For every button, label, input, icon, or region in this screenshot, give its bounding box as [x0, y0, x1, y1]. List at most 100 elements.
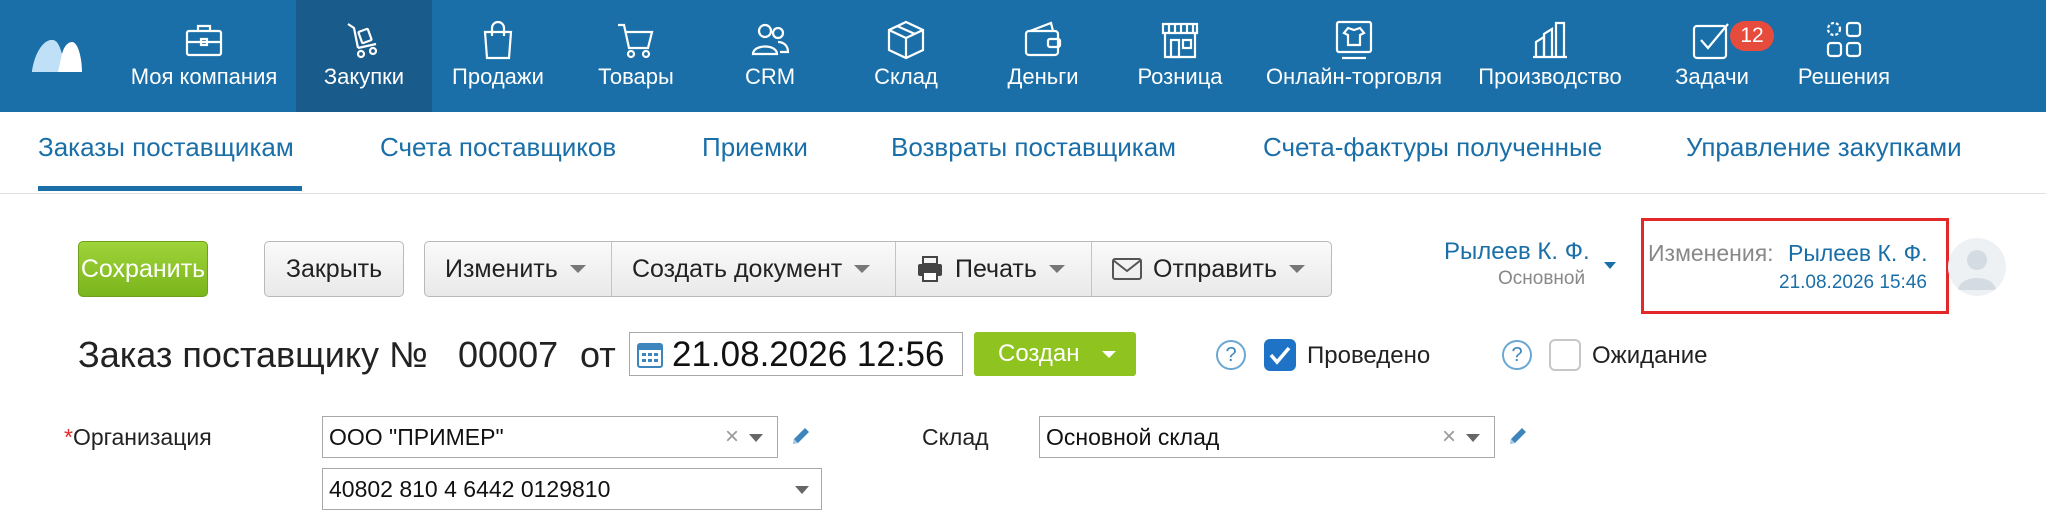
edit-label: Изменить — [445, 254, 558, 283]
nav-label: Производство — [1478, 64, 1622, 89]
chevron-down-icon[interactable] — [795, 486, 809, 494]
nav-item-production[interactable]: Производство — [1470, 0, 1630, 112]
store-icon — [1161, 22, 1199, 59]
document-number[interactable]: 00007 — [458, 334, 558, 376]
chevron-down-icon — [1102, 351, 1116, 358]
divider — [611, 242, 612, 296]
chevron-down-icon — [1288, 265, 1305, 273]
divider — [895, 242, 896, 296]
warehouse-label: Склад — [922, 424, 989, 450]
send-dropdown-button[interactable]: Отправить — [1111, 242, 1305, 296]
waiting-label: Ожидание — [1592, 342, 1708, 369]
chevron-down-icon — [854, 265, 871, 273]
nav-label: Склад — [874, 64, 938, 89]
nav-item-crm[interactable]: CRM — [720, 0, 820, 112]
cart-icon — [618, 23, 654, 59]
tab-supplier-returns[interactable]: Возвраты поставщикам — [891, 132, 1176, 163]
save-button[interactable]: Сохранить — [78, 241, 208, 297]
nav-item-products[interactable]: Товары — [578, 0, 694, 112]
required-mark: * — [64, 424, 73, 450]
nav-item-retail[interactable]: Розница — [1120, 0, 1240, 112]
bank-account-value: 40802 810 4 6442 0129810 — [329, 476, 611, 502]
nav-item-my-company[interactable]: Моя компания — [118, 0, 290, 112]
current-user-name[interactable]: Рылеев К. Ф. — [1444, 238, 1590, 266]
nav-item-sales[interactable]: Продажи — [438, 0, 558, 112]
factory-icon — [1533, 21, 1567, 59]
edit-pencil-icon[interactable] — [1506, 424, 1530, 448]
document-date-value: 21.08.2026 12:56 — [672, 335, 945, 374]
document-title: Заказ поставщику № — [78, 334, 428, 375]
current-user-role: Основной — [1498, 268, 1586, 289]
chevron-down-icon[interactable] — [749, 434, 763, 442]
shopping-bag-icon — [483, 20, 513, 60]
tab-receipts[interactable]: Приемки — [702, 132, 808, 163]
nav-label: Закупки — [323, 64, 405, 89]
nav-label: Задачи — [1675, 64, 1749, 89]
logo-icon[interactable] — [28, 34, 84, 74]
box-icon — [887, 20, 925, 60]
apps-icon — [1826, 21, 1862, 58]
nav-item-tasks[interactable]: Задачи — [1660, 0, 1764, 112]
tab-received-invoices[interactable]: Счета-фактуры полученные — [1263, 132, 1602, 163]
section-tabs: Заказы поставщикам Счета поставщиков При… — [0, 112, 2046, 194]
edit-dropdown-button[interactable]: Изменить — [445, 242, 586, 296]
status-dropdown-button[interactable]: Создан — [974, 332, 1136, 376]
chevron-down-icon[interactable] — [1466, 434, 1480, 442]
avatar[interactable] — [1948, 238, 2006, 296]
edit-pencil-icon[interactable] — [789, 424, 813, 448]
user-avatar-icon — [1958, 250, 1996, 290]
nav-item-online-trade[interactable]: Онлайн-торговля — [1256, 0, 1452, 112]
tab-purchase-management[interactable]: Управление закупками — [1686, 132, 1962, 163]
calendar-icon[interactable] — [636, 339, 664, 369]
nav-label: Решения — [1797, 64, 1891, 89]
top-navigation: Моя компания Закупки Продажи Товары CRM … — [0, 0, 2046, 112]
nav-label: Онлайн-торговля — [1265, 64, 1443, 89]
nav-item-money[interactable]: Деньги — [986, 0, 1100, 112]
nav-label: CRM — [744, 64, 796, 89]
changes-user-link[interactable]: Рылеев К. Ф. — [1788, 240, 1928, 267]
print-dropdown-button[interactable]: Печать — [915, 242, 1065, 296]
nav-label: Розница — [1137, 64, 1223, 89]
nav-label: Деньги — [1007, 64, 1079, 89]
bank-account-select[interactable]: 40802 810 4 6442 0129810 — [322, 468, 822, 510]
posted-label: Проведено — [1307, 342, 1431, 369]
organization-label: *Организация — [64, 424, 212, 451]
send-label: Отправить — [1153, 254, 1277, 283]
print-label: Печать — [955, 254, 1037, 283]
warehouse-select[interactable]: Основной склад × — [1039, 416, 1495, 458]
chevron-down-icon — [1048, 265, 1065, 273]
nav-label: Моя компания — [130, 64, 278, 89]
tab-supplier-orders[interactable]: Заказы поставщикам — [38, 132, 294, 163]
posted-checkbox[interactable] — [1264, 339, 1296, 371]
document-date-field[interactable]: 21.08.2026 12:56 — [629, 332, 963, 376]
briefcase-icon — [185, 24, 223, 57]
document-date-label: от — [580, 334, 616, 375]
nav-item-warehouse[interactable]: Склад — [846, 0, 966, 112]
help-icon[interactable]: ? — [1502, 340, 1532, 370]
organization-select[interactable]: ООО "ПРИМЕР" × — [322, 416, 778, 458]
help-icon[interactable]: ? — [1216, 340, 1246, 370]
changes-date: 21.08.2026 15:46 — [1779, 272, 1927, 293]
nav-item-purchases[interactable]: Закупки — [296, 0, 432, 112]
waiting-checkbox[interactable] — [1549, 339, 1581, 371]
tshirt-screen-icon — [1335, 20, 1373, 60]
close-button[interactable]: Закрыть — [264, 241, 404, 297]
nav-label: Продажи — [452, 64, 544, 89]
chevron-down-icon — [569, 265, 586, 273]
clear-icon[interactable]: × — [1442, 423, 1456, 451]
tasks-count-badge: 12 — [1730, 21, 1774, 51]
warehouse-value: Основной склад — [1046, 424, 1220, 450]
user-chevron-down-icon[interactable] — [1604, 262, 1616, 269]
create-document-label: Создать документ — [632, 254, 843, 283]
clear-icon[interactable]: × — [725, 423, 739, 451]
organization-label-text: Организация — [72, 424, 212, 450]
users-icon — [751, 23, 790, 56]
changes-label: Изменения: — [1648, 240, 1774, 266]
create-document-dropdown-button[interactable]: Создать документ — [632, 242, 871, 296]
tab-supplier-invoices[interactable]: Счета поставщиков — [380, 132, 616, 163]
nav-item-solutions[interactable]: Решения — [1784, 0, 1904, 112]
cart-hand-icon — [347, 23, 378, 59]
printer-icon — [918, 256, 942, 282]
status-label: Создан — [998, 340, 1080, 367]
tasks-icon — [1692, 23, 1729, 60]
